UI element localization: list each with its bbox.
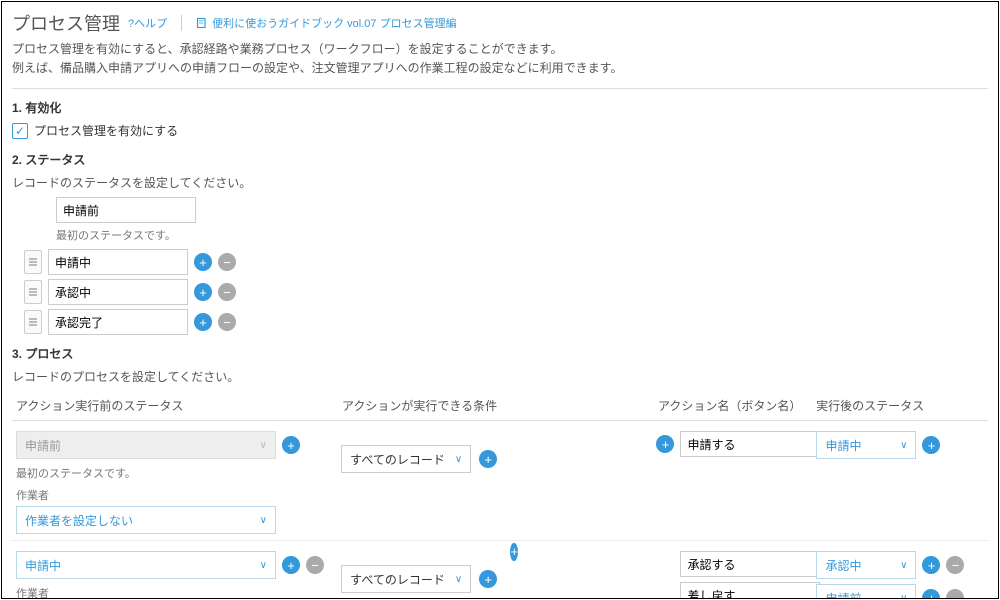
after-status-select[interactable]: 申請中∨ — [816, 431, 916, 459]
remove-process-button[interactable]: − — [306, 556, 324, 574]
process-description: レコードのプロセスを設定してください。 — [12, 368, 988, 385]
add-condition-button[interactable]: + — [479, 450, 497, 468]
status-input[interactable] — [48, 279, 188, 305]
add-action-button[interactable]: + — [510, 543, 518, 561]
add-branch-button[interactable]: + — [922, 436, 940, 454]
enable-checkbox-label: プロセス管理を有効にする — [34, 122, 178, 139]
add-branch-button[interactable]: + — [922, 589, 940, 599]
status-input[interactable] — [48, 309, 188, 335]
remove-branch-button[interactable]: − — [946, 589, 964, 599]
remove-branch-button[interactable]: − — [946, 556, 964, 574]
worker-label: 作業者 — [16, 487, 341, 503]
add-status-button[interactable]: + — [194, 283, 212, 301]
remove-status-button[interactable]: − — [218, 253, 236, 271]
col-before-status: アクション実行前のステータス — [16, 397, 342, 414]
add-process-button[interactable]: + — [282, 556, 300, 574]
action-name-input[interactable] — [680, 582, 820, 599]
add-condition-button[interactable]: + — [479, 570, 497, 588]
drag-handle[interactable] — [24, 250, 42, 274]
vertical-divider — [181, 15, 182, 31]
worker-select[interactable]: 作業者を設定しない∨ — [16, 506, 276, 534]
add-process-button[interactable]: + — [282, 436, 300, 454]
col-after-status: 実行後のステータス — [816, 397, 984, 414]
section-enable-heading: 1. 有効化 — [12, 99, 988, 116]
status-first-input[interactable] — [56, 197, 196, 223]
after-status-select[interactable]: 承認中∨ — [816, 551, 916, 579]
add-status-button[interactable]: + — [194, 313, 212, 331]
book-icon — [196, 17, 208, 29]
condition-select[interactable]: すべてのレコード∨ — [341, 445, 471, 473]
guidebook-link[interactable]: 便利に使おうガイドブック vol.07 プロセス管理編 — [196, 15, 456, 31]
remove-status-button[interactable]: − — [218, 283, 236, 301]
before-status-select: 申請前∨ — [16, 431, 276, 459]
drag-handle[interactable] — [24, 310, 42, 334]
section-divider — [12, 88, 988, 89]
condition-select[interactable]: すべてのレコード∨ — [341, 565, 471, 593]
page-title: プロセス管理 — [12, 10, 120, 36]
col-condition: アクションが実行できる条件 — [342, 397, 658, 414]
before-status-select[interactable]: 申請中∨ — [16, 551, 276, 579]
col-action-name: アクション名（ボタン名） — [658, 397, 816, 414]
guidebook-label: 便利に使おうガイドブック vol.07 プロセス管理編 — [212, 15, 456, 31]
status-first-note: 最初のステータスです。 — [56, 227, 988, 243]
action-name-input[interactable] — [680, 431, 820, 457]
page-description: プロセス管理を有効にすると、承認経路や業務プロセス（ワークフロー）を設定すること… — [12, 40, 988, 78]
action-name-input[interactable] — [680, 551, 820, 577]
add-status-button[interactable]: + — [194, 253, 212, 271]
add-action-button[interactable]: + — [656, 435, 674, 453]
worker-label: 作業者 — [16, 585, 341, 599]
status-input[interactable] — [48, 249, 188, 275]
section-status-heading: 2. ステータス — [12, 151, 988, 168]
enable-checkbox[interactable]: ✓ — [12, 123, 28, 139]
help-link[interactable]: ?ヘルプ — [128, 15, 167, 31]
drag-handle[interactable] — [24, 280, 42, 304]
remove-status-button[interactable]: − — [218, 313, 236, 331]
after-status-select[interactable]: 申請前∨ — [816, 584, 916, 599]
section-process-heading: 3. プロセス — [12, 345, 988, 362]
status-description: レコードのステータスを設定してください。 — [12, 174, 988, 191]
add-branch-button[interactable]: + — [922, 556, 940, 574]
first-status-note: 最初のステータスです。 — [16, 465, 341, 481]
